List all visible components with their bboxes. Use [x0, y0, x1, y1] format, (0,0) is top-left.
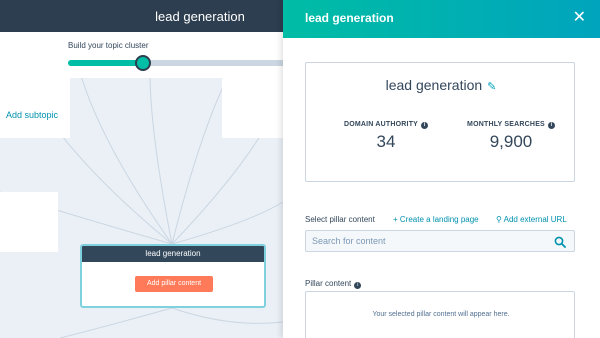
- pillar-card-title: lead generation: [82, 246, 264, 262]
- pillar-content-label: Pillar content i: [305, 279, 362, 289]
- monthly-searches-value: 9,900: [489, 132, 533, 151]
- panel-header: lead generation ✕: [283, 0, 600, 38]
- pencil-icon[interactable]: ✎: [487, 81, 496, 93]
- content-search[interactable]: [305, 230, 575, 252]
- subtopic-card[interactable]: [0, 78, 70, 138]
- pillar-empty-message: Your selected pillar content will appear…: [372, 311, 510, 318]
- close-icon[interactable]: ✕: [573, 9, 586, 27]
- pillar-card[interactable]: lead generation Add pillar content: [80, 244, 266, 308]
- add-pillar-content-button[interactable]: Add pillar content: [135, 276, 213, 292]
- pillar-content-label-text: Pillar content: [305, 279, 352, 288]
- panel-title: lead generation: [305, 11, 394, 25]
- link-icon: ⚲: [496, 215, 504, 224]
- info-icon[interactable]: i: [547, 122, 555, 129]
- add-subtopic-link[interactable]: Add subtopic: [6, 110, 58, 120]
- search-icon[interactable]: [554, 236, 566, 248]
- info-icon[interactable]: i: [354, 282, 362, 289]
- add-external-url-text: Add external URL: [503, 215, 567, 224]
- monthly-searches-label: MONTHLY SEARCHES i: [456, 121, 566, 129]
- subtopic-card[interactable]: [0, 192, 58, 252]
- domain-authority-label-text: DOMAIN AUTHORITY: [343, 121, 419, 128]
- search-input[interactable]: [312, 234, 542, 248]
- subtopic-card[interactable]: [222, 78, 283, 138]
- cluster-progress-fill: [68, 60, 143, 66]
- cluster-progress-label: Build your topic cluster: [68, 41, 149, 50]
- keyword-text: lead generation: [385, 77, 483, 93]
- select-pillar-label: Select pillar content: [305, 215, 375, 224]
- add-external-url-link[interactable]: ⚲ Add external URL: [496, 215, 567, 224]
- keyword-heading: lead generation ✎: [306, 77, 576, 93]
- keyword-summary-card: lead generation ✎ DOMAIN AUTHORITY i 34 MO…: [305, 62, 575, 182]
- topic-side-panel: lead generation ✕ lead generation ✎ DOMAI…: [283, 0, 600, 338]
- create-landing-page-link[interactable]: + Create a landing page: [393, 215, 479, 224]
- domain-authority-label: DOMAIN AUTHORITY i: [336, 121, 436, 129]
- cluster-progress-knob[interactable]: [134, 55, 151, 71]
- domain-authority-value: 34: [376, 132, 396, 151]
- plus-icon: +: [393, 215, 400, 224]
- info-icon[interactable]: i: [421, 122, 429, 129]
- create-landing-page-text: Create a landing page: [399, 215, 479, 224]
- pillar-content-box: Your selected pillar content will appear…: [305, 291, 575, 338]
- monthly-searches-label-text: MONTHLY SEARCHES: [467, 121, 545, 128]
- cluster-progress-track: [68, 55, 288, 71]
